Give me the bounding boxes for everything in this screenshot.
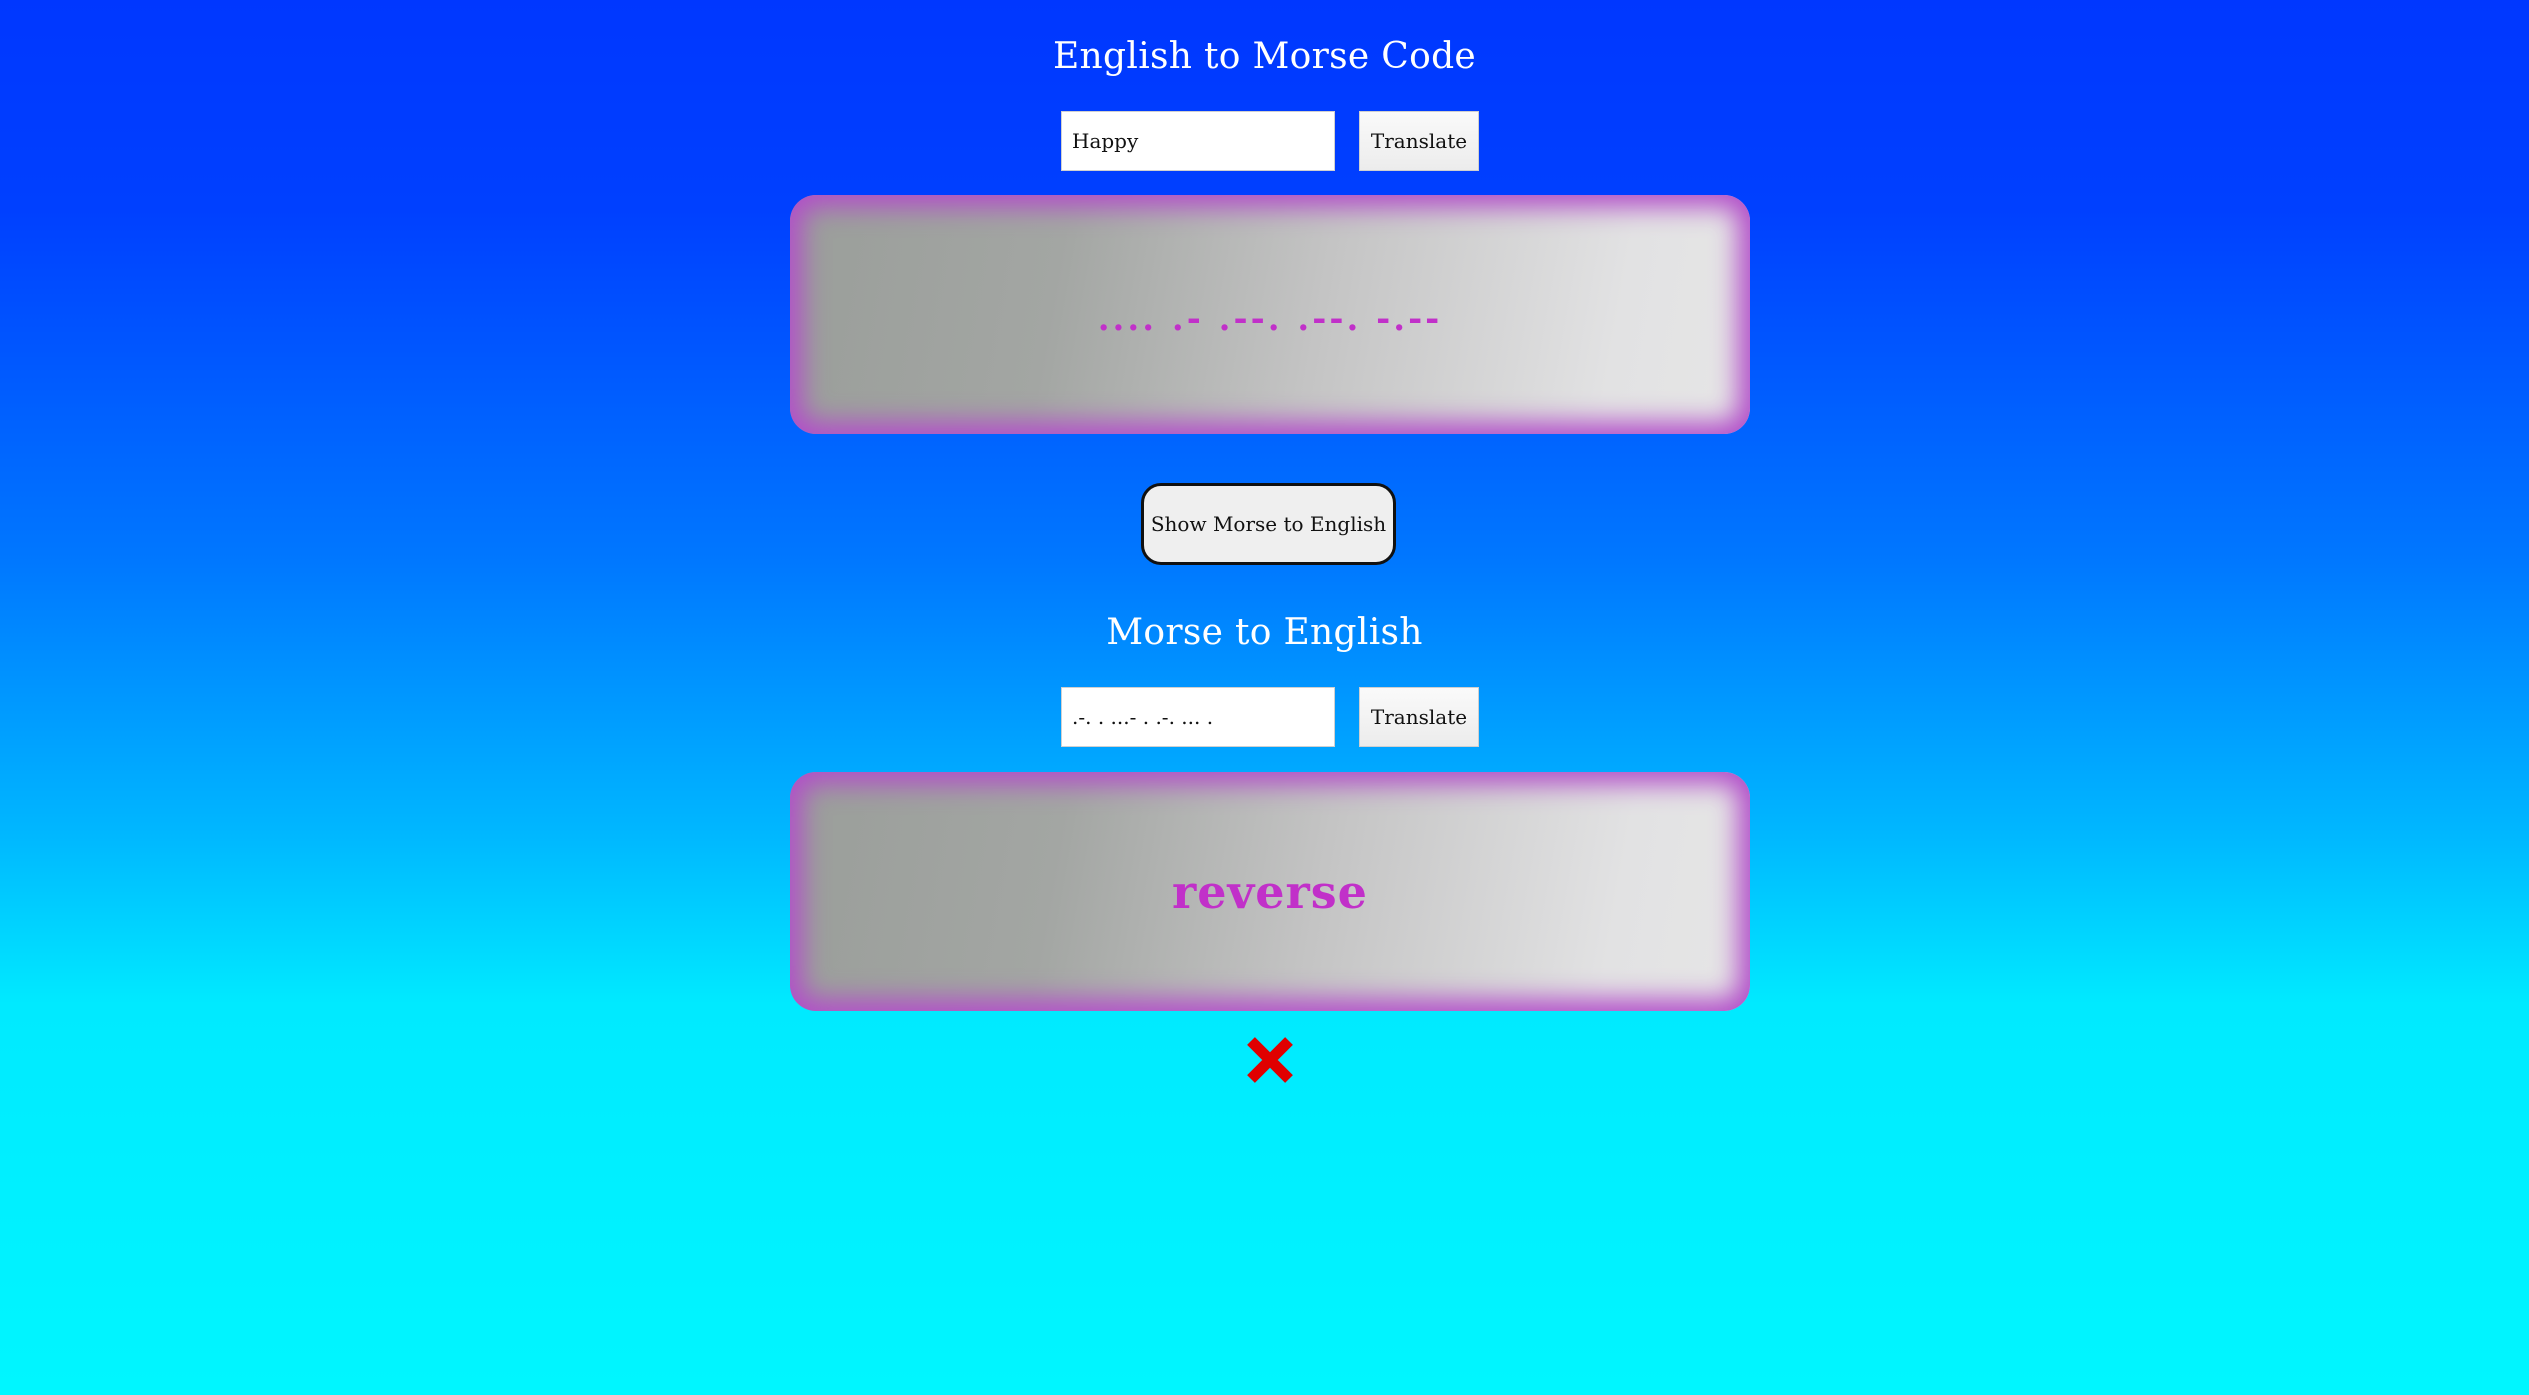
english-input[interactable] xyxy=(1061,111,1335,171)
morse-translate-button[interactable]: Translate xyxy=(1359,687,1479,747)
morse-to-english-form: Translate xyxy=(1061,687,1479,747)
english-output-box: reverse xyxy=(790,772,1750,1011)
english-translate-button[interactable]: Translate xyxy=(1359,111,1479,171)
close-icon[interactable] xyxy=(1245,1035,1295,1085)
english-to-morse-title: English to Morse Code xyxy=(1052,36,1477,77)
english-to-morse-form: Translate xyxy=(1061,111,1479,171)
morse-to-english-header: Morse to English xyxy=(0,612,2529,653)
morse-input[interactable] xyxy=(1061,687,1335,747)
morse-to-english-title: Morse to English xyxy=(1106,612,1423,653)
morse-output-text: .... .- .--. .--. -.-- xyxy=(1097,298,1443,339)
morse-output-box: .... .- .--. .--. -.-- xyxy=(790,195,1750,434)
english-output-text: reverse xyxy=(1172,864,1368,919)
english-to-morse-header: English to Morse Code xyxy=(0,36,2529,77)
show-morse-to-english-button[interactable]: Show Morse to English xyxy=(1141,483,1396,565)
